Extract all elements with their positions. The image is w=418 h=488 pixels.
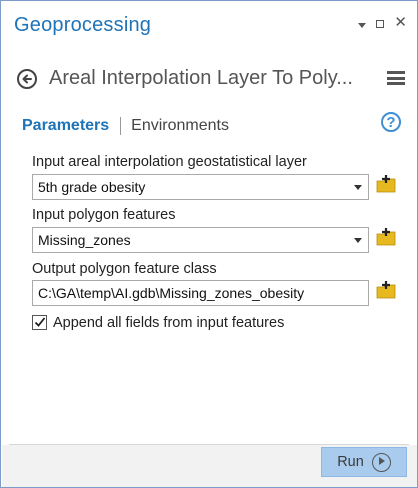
help-icon[interactable]: ? [381,112,401,132]
append-fields-label: Append all fields from input features [53,315,285,331]
pane-title: Geoprocessing [14,14,152,36]
output-feature-class-value: C:\GA\temp\AI.gdb\Missing_zones_obesity [38,285,305,301]
add-data-folder-icon[interactable] [376,174,396,194]
tool-title: Areal Interpolation Layer To Poly... [49,67,353,89]
run-button-label: Run [337,454,364,470]
back-arrow-icon[interactable] [17,69,37,89]
chevron-down-icon[interactable] [354,185,362,190]
pane-titlebar: Geoprocessing ✕ [1,1,417,51]
add-data-folder-icon[interactable] [376,280,396,300]
geostatistical-layer-value: 5th grade obesity [38,179,146,195]
geostatistical-layer-dropdown[interactable]: 5th grade obesity [32,174,369,200]
tab-parameters[interactable]: Parameters [22,117,109,135]
window-controls: ✕ [358,15,407,30]
param-label-output-feature-class: Output polygon feature class [32,261,217,277]
append-fields-checkbox[interactable] [32,315,47,330]
polygon-features-dropdown[interactable]: Missing_zones [32,227,369,253]
tab-bar: Parameters Environments [22,115,229,137]
close-icon[interactable]: ✕ [394,15,407,30]
output-feature-class-input[interactable]: C:\GA\temp\AI.gdb\Missing_zones_obesity [32,280,369,306]
param-label-polygon-features: Input polygon features [32,207,176,223]
param-label-geostatistical-layer: Input areal interpolation geostatistical… [32,154,307,170]
chevron-down-icon[interactable] [354,238,362,243]
tab-divider [120,117,122,135]
polygon-features-value: Missing_zones [38,232,131,248]
add-data-folder-icon[interactable] [376,227,396,247]
tab-environments[interactable]: Environments [131,117,229,135]
pane-footer: Run [2,445,417,487]
checkmark-icon [34,317,46,327]
hamburger-menu-icon[interactable] [387,71,405,85]
play-circle-icon [371,452,391,472]
tool-header: Areal Interpolation Layer To Poly... [15,65,407,101]
pane-options-dropdown-icon[interactable] [358,22,367,28]
run-button[interactable]: Run [321,447,407,477]
geoprocessing-pane: Geoprocessing ✕ Areal Interpolation Laye… [0,0,418,488]
maximize-icon[interactable] [376,20,385,28]
